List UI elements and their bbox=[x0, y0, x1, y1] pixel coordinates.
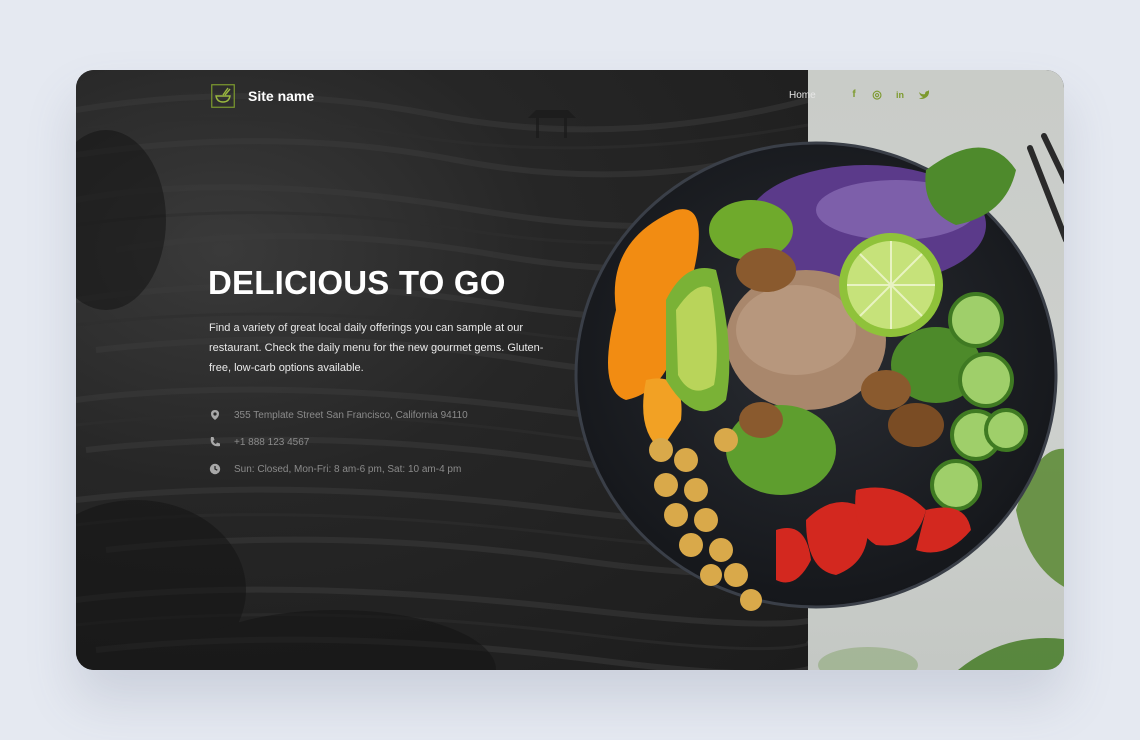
clock-icon bbox=[209, 463, 221, 475]
hours-text: Sun: Closed, Mon-Fri: 8 am-6 pm, Sat: 10… bbox=[234, 463, 462, 475]
phone-text[interactable]: +1 888 123 4567 bbox=[234, 437, 309, 448]
twitter-icon[interactable] bbox=[918, 89, 930, 101]
address-text: 355 Template Street San Francisco, Calif… bbox=[234, 409, 468, 421]
map-pin-icon bbox=[211, 410, 219, 420]
linkedin-icon[interactable]: in bbox=[894, 89, 906, 101]
hero-description: Find a variety of great local daily offe… bbox=[209, 322, 544, 374]
hero-title: DELICIOUS TO GO bbox=[208, 264, 506, 301]
hours-row: Sun: Closed, Mon-Fri: 8 am-6 pm, Sat: 10… bbox=[209, 462, 461, 476]
instagram-icon[interactable]: ◎ bbox=[871, 89, 883, 101]
facebook-icon[interactable]: f bbox=[848, 89, 860, 101]
hero-card: Site name Home f ◎ in DELICIOUS TO GO Fi… bbox=[76, 70, 1064, 670]
phone-icon bbox=[210, 437, 220, 447]
bowl-logo-icon[interactable] bbox=[211, 84, 235, 108]
site-header: Site name Home f ◎ in bbox=[76, 70, 1064, 122]
site-name[interactable]: Site name bbox=[248, 88, 314, 104]
address-row: 355 Template Street San Francisco, Calif… bbox=[209, 408, 468, 422]
phone-row: +1 888 123 4567 bbox=[209, 435, 309, 449]
salad-bowl-image bbox=[574, 141, 1058, 611]
nav-home-link[interactable]: Home bbox=[789, 90, 816, 101]
